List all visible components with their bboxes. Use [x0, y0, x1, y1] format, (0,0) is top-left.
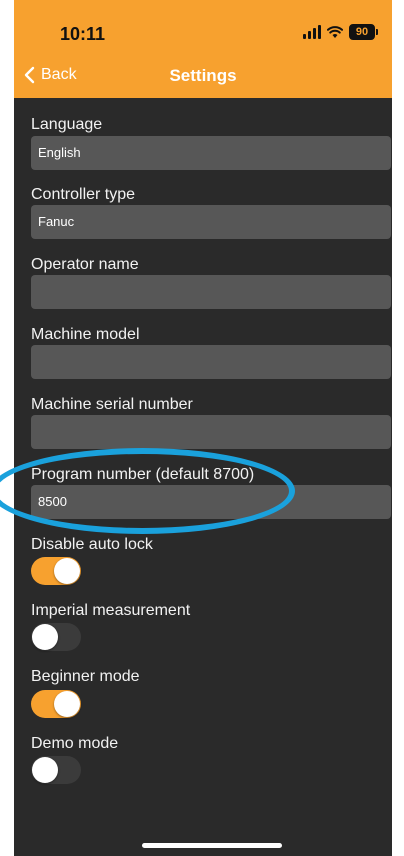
cellular-signal-icon — [303, 25, 321, 39]
imperial-measurement-label: Imperial measurement — [31, 602, 191, 619]
language-label: Language — [31, 116, 103, 133]
program-number-input[interactable]: 8500 — [31, 485, 391, 519]
demo-mode-toggle[interactable] — [31, 756, 81, 784]
wifi-icon — [327, 26, 343, 38]
disable-auto-lock-label: Disable auto lock — [31, 536, 153, 553]
home-indicator — [142, 843, 282, 848]
phone-screen: 10:11 90 Back Settings Language English … — [14, 0, 392, 856]
page-title: Settings — [169, 66, 237, 85]
machine-serial-number-label: Machine serial number — [31, 396, 193, 413]
beginner-mode-label: Beginner mode — [31, 668, 140, 685]
operator-name-label: Operator name — [31, 256, 139, 273]
machine-serial-number-input[interactable] — [31, 415, 391, 449]
machine-model-label: Machine model — [31, 326, 140, 343]
status-time: 10:11 — [60, 24, 106, 44]
battery-icon: 90 — [349, 24, 378, 40]
status-icons: 90 — [303, 24, 378, 40]
disable-auto-lock-toggle[interactable] — [31, 557, 81, 585]
demo-mode-label: Demo mode — [31, 735, 119, 752]
language-select[interactable]: English — [31, 136, 391, 170]
imperial-measurement-toggle[interactable] — [31, 623, 81, 651]
battery-level: 90 — [349, 24, 375, 40]
beginner-mode-toggle[interactable] — [31, 690, 81, 718]
header-bar: 10:11 90 Back Settings — [14, 0, 392, 98]
machine-model-input[interactable] — [31, 345, 391, 379]
controller-type-label: Controller type — [31, 186, 136, 203]
controller-type-select[interactable]: Fanuc — [31, 205, 391, 239]
operator-name-input[interactable] — [31, 275, 391, 309]
program-number-label: Program number (default 8700) — [31, 466, 255, 483]
